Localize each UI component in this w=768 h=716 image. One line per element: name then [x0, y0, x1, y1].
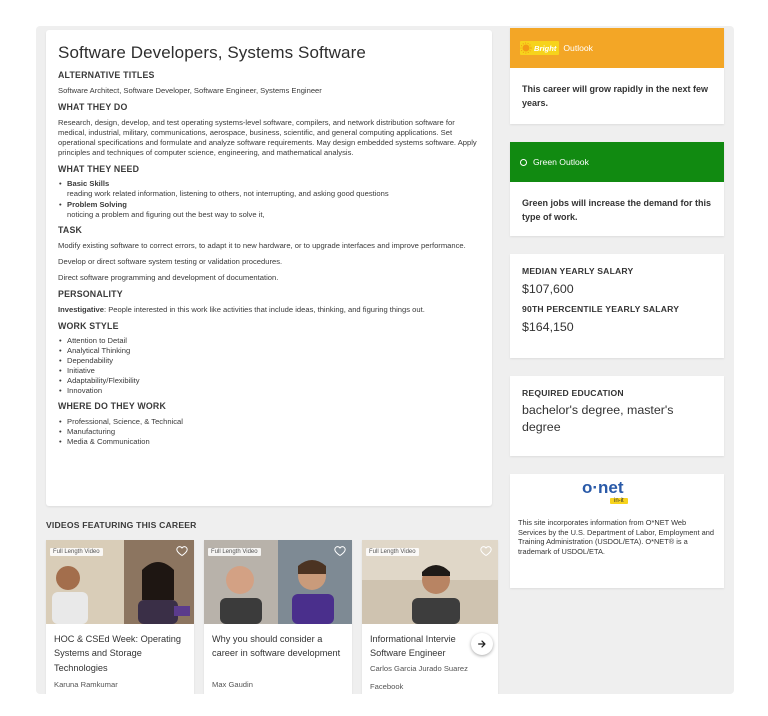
alt-titles-text: Software Architect, Software Developer, … — [58, 86, 322, 96]
arrow-right-icon — [478, 640, 486, 648]
bright-logo: Bright — [520, 41, 560, 55]
salary-card: MEDIAN YEARLY SALARY $107,600 90TH PERCE… — [510, 254, 724, 358]
video-person: Karuna Ramkumar — [54, 680, 118, 689]
skill-desc: reading work related information, listen… — [67, 189, 389, 199]
p90-salary-value: $164,150 — [522, 320, 574, 334]
work-style-item: Attention to Detail — [58, 336, 480, 346]
education-value: bachelor's degree, master's degree — [522, 403, 674, 434]
work-style-item: Analytical Thinking — [58, 346, 480, 356]
work-style-item: Adaptability/Flexibility — [58, 376, 480, 386]
onet-logo-text: o·net — [582, 478, 624, 497]
bright-logo-text: Bright — [534, 43, 557, 53]
onet-logo[interactable]: o·net in-it — [510, 474, 724, 518]
next-videos-button[interactable] — [471, 633, 493, 655]
industry-item: Manufacturing — [58, 427, 480, 437]
education-card: REQUIRED EDUCATION bachelor's degree, ma… — [510, 376, 724, 456]
what-they-do-heading: WHAT THEY DO — [58, 102, 128, 113]
task-item: Modify existing software to correct erro… — [58, 241, 466, 251]
skill-item: Basic Skills reading work related inform… — [58, 179, 480, 199]
career-title: Software Developers, Systems Software — [58, 43, 366, 62]
bright-outlook-label: Outlook — [563, 43, 593, 53]
work-style-item: Initiative — [58, 366, 480, 376]
green-outlook-label: Green Outlook — [533, 157, 589, 167]
video-badge: Full Length Video — [366, 548, 419, 556]
personality-heading: PERSONALITY — [58, 289, 123, 300]
video-card[interactable]: Full Length Video Informational Intervie… — [362, 540, 498, 694]
where-heading: WHERE DO THEY WORK — [58, 401, 167, 412]
work-style-heading: WORK STYLE — [58, 320, 119, 331]
video-title[interactable]: HOC & CSEd Week: Operating Systems and S… — [54, 632, 188, 675]
education-label: REQUIRED EDUCATION — [522, 388, 624, 398]
video-card[interactable]: Full Length Video HOC & CSEd Week: Opera… — [46, 540, 194, 694]
what-they-need-heading: WHAT THEY NEED — [58, 163, 140, 174]
video-card[interactable]: Full Length Video Why you should conside… — [204, 540, 352, 694]
heart-icon[interactable] — [480, 545, 492, 557]
onet-attribution: This site incorporates information from … — [518, 518, 714, 556]
where-list: Professional, Science, & Technical Manuf… — [58, 417, 480, 447]
bright-outlook-card: Bright Outlook This career will grow rap… — [510, 28, 724, 124]
work-style-item: Innovation — [58, 386, 480, 396]
skill-item: Problem Solving noticing a problem and f… — [58, 200, 480, 220]
heart-icon[interactable] — [334, 545, 346, 557]
what-they-do-text: Research, design, develop, and test oper… — [58, 117, 477, 157]
median-salary-value: $107,600 — [522, 282, 574, 296]
videos-heading: VIDEOS FEATURING THIS CAREER — [46, 520, 197, 530]
heart-icon[interactable] — [176, 545, 188, 557]
skill-name: Problem Solving — [67, 200, 127, 210]
skill-name: Basic Skills — [67, 179, 110, 189]
skills-list: Basic Skills reading work related inform… — [58, 179, 480, 220]
task-item: Direct software programming and developm… — [58, 273, 279, 283]
page-frame: Software Developers, Systems Software AL… — [36, 26, 734, 694]
video-thumbnail[interactable]: Full Length Video — [362, 540, 498, 624]
work-style-item: Dependability — [58, 356, 480, 366]
video-thumbnail[interactable]: Full Length Video — [204, 540, 352, 624]
green-outlook-text: Green jobs will increase the demand for … — [522, 198, 712, 223]
video-person: Carlos Garcia Jurado Suarez — [370, 664, 468, 673]
bright-outlook-text: This career will grow rapidly in the nex… — [522, 84, 709, 109]
green-outlook-header: Green Outlook — [510, 142, 724, 182]
p90-salary-label: 90TH PERCENTILE YEARLY SALARY — [522, 304, 680, 314]
median-salary-label: MEDIAN YEARLY SALARY — [522, 266, 634, 276]
video-thumbnail[interactable]: Full Length Video — [46, 540, 194, 624]
task-item: Develop or direct software system testin… — [58, 257, 283, 267]
skill-desc: noticing a problem and figuring out the … — [67, 210, 265, 220]
industry-item: Media & Communication — [58, 437, 480, 447]
alt-titles-heading: ALTERNATIVE TITLES — [58, 70, 155, 81]
task-heading: TASK — [58, 225, 83, 236]
video-person: Max Gaudin — [212, 680, 253, 689]
career-info-card: Software Developers, Systems Software AL… — [46, 30, 492, 506]
onet-card: o·net in-it This site incorporates infor… — [510, 474, 724, 588]
circle-icon — [520, 158, 527, 166]
work-style-list: Attention to Detail Analytical Thinking … — [58, 336, 480, 396]
onet-logo-sub: in-it — [610, 498, 628, 504]
industry-item: Professional, Science, & Technical — [58, 417, 480, 427]
video-title[interactable]: Why you should consider a career in soft… — [212, 632, 346, 661]
video-badge: Full Length Video — [208, 548, 261, 556]
bright-sun-icon — [520, 42, 532, 54]
video-org: Facebook — [370, 682, 404, 691]
personality-desc: : People interested in this work like ac… — [104, 304, 425, 314]
bright-outlook-header: Bright Outlook — [510, 28, 724, 68]
video-badge: Full Length Video — [50, 548, 103, 556]
personality-text: Investigative: People interested in this… — [58, 305, 480, 315]
green-outlook-card: Green Outlook Green jobs will increase t… — [510, 142, 724, 236]
personality-label: Investigative — [58, 304, 105, 314]
